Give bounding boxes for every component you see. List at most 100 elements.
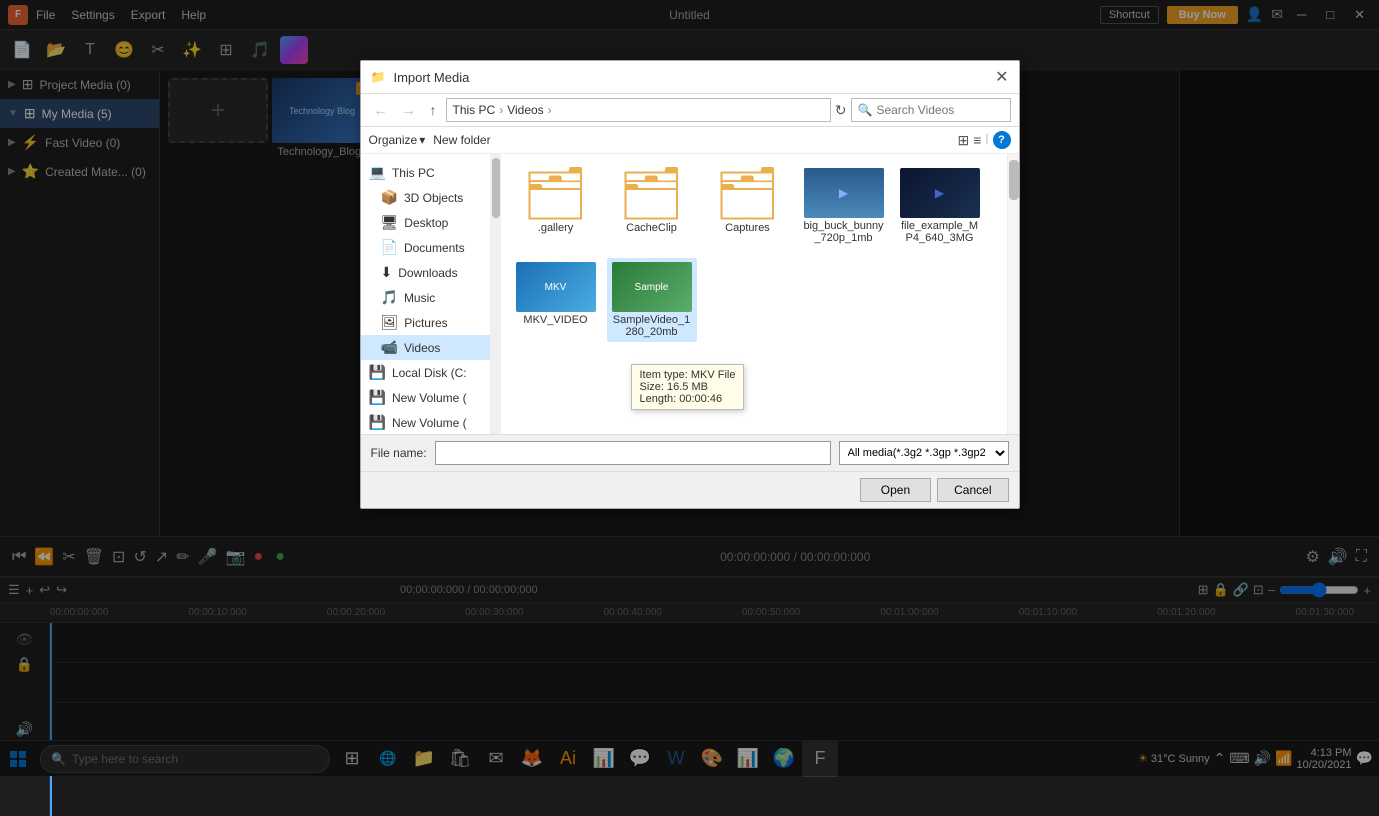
organize-button[interactable]: Organize ▾ [369,133,426,147]
music-icon: 🎵 [381,289,398,306]
organize-arrow-icon: ▾ [419,133,425,147]
thumb-content: ▶ [804,168,884,218]
help-button[interactable]: ? [993,131,1011,149]
dialog-content: 💻 This PC 📦 3D Objects 🖥 Desktop 📄 Docum… [361,154,1019,434]
tooltip-size: Size: 16.5 MB [640,381,736,393]
play-icon: ▶ [839,186,848,200]
nav-documents[interactable]: 📄 Documents [361,235,490,260]
nav-3d-objects[interactable]: 📦 3D Objects [361,185,490,210]
view-buttons: ⊞ ≡ | ? [957,131,1010,149]
file-tooltip: Item type: MKV File Size: 16.5 MB Length… [631,364,745,410]
organize-label: Organize [369,133,418,147]
file-label: big_buck_bunny_720p_1mb [803,220,885,244]
file-item-captures[interactable]: 🗂 Captures [703,164,793,248]
nav-new-volume-1[interactable]: 💾 New Volume ( [361,385,490,410]
nav-label: Downloads [398,266,457,280]
nav-label: Videos [404,341,440,355]
import-media-dialog: 📁 Import Media ✕ ← → ↑ This PC › Videos … [360,60,1020,509]
nav-back-button[interactable]: ← [369,100,393,120]
dialog-sidebar-container: 💻 This PC 📦 3D Objects 🖥 Desktop 📄 Docum… [361,154,501,434]
dialog-overlay: 📁 Import Media ✕ ← → ↑ This PC › Videos … [0,0,1379,776]
nav-music[interactable]: 🎵 Music [361,285,490,310]
view-large-icon[interactable]: ⊞ [957,131,969,149]
dialog-folder-icon: 📁 [371,70,386,84]
dialog-title: Import Media [393,70,469,85]
new-folder-button[interactable]: New folder [433,133,490,147]
folder-icon: 🗂 [611,168,693,220]
pictures-icon: 🖼 [381,314,399,331]
download-icon: ⬇ [381,264,393,281]
file-label: file_example_MP4_640_3MG [899,220,981,244]
cancel-button[interactable]: Cancel [937,478,1008,502]
dialog-close-button[interactable]: ✕ [995,67,1008,87]
file-label: Captures [707,222,789,234]
address-bar[interactable]: This PC › Videos › [446,98,831,122]
pc-icon: 💻 [369,164,386,181]
nav-downloads[interactable]: ⬇ Downloads [361,260,490,285]
video-thumbnail: ▶ [804,168,884,218]
addr-sep: › [499,103,503,117]
nav-up-button[interactable]: ↑ [425,100,442,120]
filetype-select[interactable]: All media(*.3g2 *.3gp *.3gp2 *. [839,441,1009,465]
addr-videos[interactable]: Videos [507,103,543,117]
disk-icon: 💾 [369,364,386,381]
open-button[interactable]: Open [860,478,931,502]
disk-icon: 💾 [369,414,386,431]
dialog-file-toolbar: Organize ▾ New folder ⊞ ≡ | ? [361,127,1019,154]
video-thumbnail: ▶ [900,168,980,218]
file-item-example-mp4[interactable]: ▶ file_example_MP4_640_3MG [895,164,985,248]
file-item-big-buck[interactable]: ▶ big_buck_bunny_720p_1mb [799,164,889,248]
dialog-titlebar-left: 📁 Import Media [371,70,470,85]
search-box[interactable]: 🔍 [851,98,1011,122]
file-area-scrollbar[interactable] [1007,154,1019,434]
file-item-sample[interactable]: Sample SampleVideo_1280_20mb [607,258,697,342]
file-scroll-thumb[interactable] [1009,160,1019,200]
addr-sep2: › [548,103,552,117]
sidebar-scroll-thumb[interactable] [492,158,500,218]
file-item-mkv[interactable]: MKV MKV_VIDEO [511,258,601,342]
video-thumbnail: Sample [612,262,692,312]
dialog-actions: Open Cancel [361,471,1019,508]
file-item-cacheclip[interactable]: 🗂 CacheClip [607,164,697,248]
nav-local-disk[interactable]: 💾 Local Disk (C: [361,360,490,385]
dialog-bottom: File name: All media(*.3g2 *.3gp *.3gp2 … [361,434,1019,471]
file-item-gallery[interactable]: 🗂 .gallery [511,164,601,248]
folder-icon: 🗂 [515,168,597,220]
file-area: 🗂 .gallery 🗂 CacheClip 🗂 Captures [501,154,1019,434]
nav-forward-button[interactable]: → [397,100,421,120]
3d-icon: 📦 [381,189,398,206]
tooltip-item-type: Item type: MKV File [640,369,736,381]
thumb-text: Sample [633,280,671,295]
addr-this-pc[interactable]: This PC [453,103,496,117]
videos-icon: 📹 [381,339,398,356]
file-label: CacheClip [611,222,693,234]
video-thumbnail: MKV [516,262,596,312]
nav-new-volume-2[interactable]: 💾 New Volume ( [361,410,490,434]
desktop-icon: 🖥 [381,214,399,231]
nav-desktop[interactable]: 🖥 Desktop [361,210,490,235]
filename-input[interactable] [435,441,831,465]
nav-label: Desktop [404,216,448,230]
nav-label: New Volume ( [392,416,467,430]
file-label: MKV_VIDEO [515,314,597,326]
nav-pictures[interactable]: 🖼 Pictures [361,310,490,335]
play-icon: ▶ [935,186,944,200]
view-list[interactable]: ≡ [973,131,981,149]
nav-label: Documents [404,241,465,255]
filename-label: File name: [371,446,427,460]
tooltip-length: Length: 00:00:46 [640,393,736,405]
folder-icon: 🗂 [707,168,789,220]
nav-this-pc[interactable]: 💻 This PC [361,160,490,185]
thumb-bg: ▶ [804,168,884,218]
search-input[interactable] [876,103,1031,117]
nav-label: New Volume ( [392,391,467,405]
dialog-sidebar: 💻 This PC 📦 3D Objects 🖥 Desktop 📄 Docum… [361,154,491,434]
dialog-nav-bar: ← → ↑ This PC › Videos › ↻ 🔍 [361,94,1019,127]
dialog-sidebar-scrollbar[interactable] [491,154,501,434]
file-label: .gallery [515,222,597,234]
dialog-titlebar: 📁 Import Media ✕ [361,61,1019,94]
nav-label: Music [404,291,435,305]
refresh-button[interactable]: ↻ [835,102,847,119]
nav-videos[interactable]: 📹 Videos [361,335,490,360]
disk-icon: 💾 [369,389,386,406]
